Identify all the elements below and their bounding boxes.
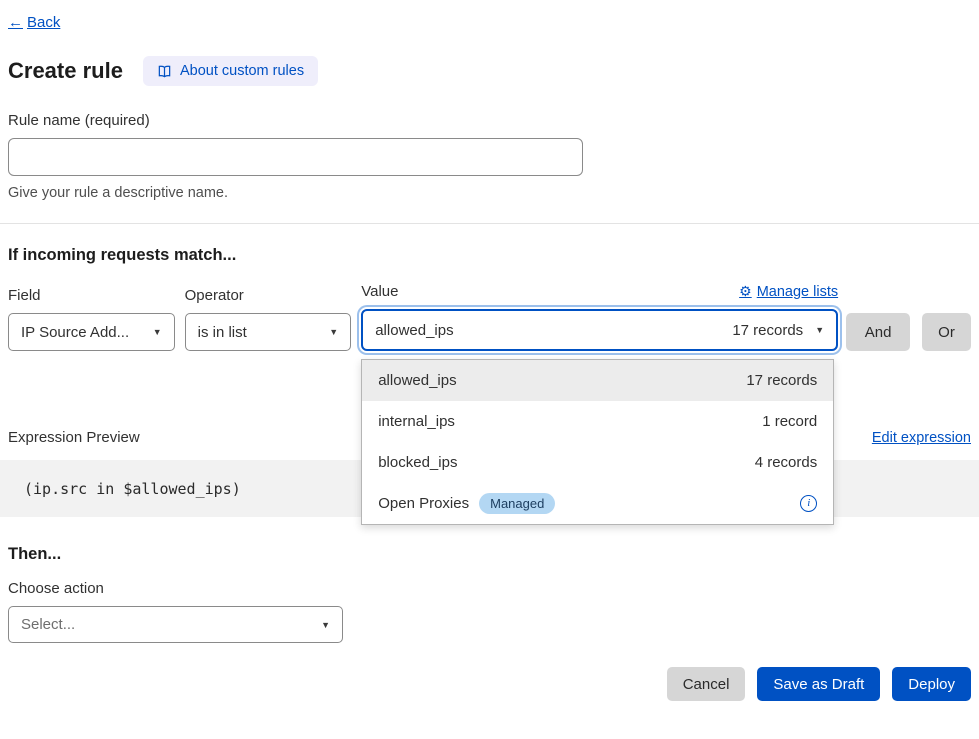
or-button[interactable]: Or [922,313,971,351]
value-label: Value [361,283,398,300]
list-item-name: Open Proxies [378,495,469,512]
list-item-detail: 17 records [746,372,817,389]
rule-name-helper: Give your rule a descriptive name. [8,185,971,201]
operator-select-value: is in list [198,324,247,341]
chevron-down-icon: ▼ [153,327,162,337]
choose-action-label: Choose action [8,580,971,597]
about-custom-rules-badge[interactable]: About custom rules [143,56,318,86]
list-item-detail: 4 records [755,454,818,471]
operator-select[interactable]: is in list ▼ [185,313,352,351]
then-section-title: Then... [8,545,971,564]
edit-expression-link[interactable]: Edit expression [872,430,971,446]
list-item-allowed-ips[interactable]: allowed_ips 17 records [362,360,833,401]
create-rule-page: ← Back Create rule About custom rules Ru… [0,0,979,701]
field-select[interactable]: IP Source Add... ▼ [8,313,175,351]
list-item-detail: 1 record [762,413,817,430]
managed-badge: Managed [479,493,555,514]
list-item-name-wrap: Open Proxies Managed [378,493,555,514]
value-header: Value ⚙ Manage lists [361,283,838,300]
list-item-name: blocked_ips [378,454,457,471]
value-select[interactable]: allowed_ips 17 records ▼ [361,309,838,351]
back-arrow-icon: ← [8,14,23,31]
list-item-name: internal_ips [378,413,455,430]
info-icon[interactable]: i [800,495,817,512]
expression-preview-label: Expression Preview [8,429,140,446]
expression-code: (ip.src in $allowed_ips) [24,480,241,498]
page-title: Create rule [8,58,123,84]
title-row: Create rule About custom rules [8,56,971,86]
about-badge-label: About custom rules [180,63,304,79]
value-select-detail: 17 records [732,322,803,339]
value-select-right: 17 records ▼ [732,322,824,339]
chevron-down-icon: ▼ [329,327,338,337]
chevron-down-icon: ▼ [321,620,330,630]
choose-action-group: Choose action Select... ▼ [8,580,971,643]
gear-icon: ⚙ [739,283,752,300]
cancel-button[interactable]: Cancel [667,667,746,701]
field-column: Field IP Source Add... ▼ [8,287,175,351]
match-section-title: If incoming requests match... [8,246,971,265]
list-item-blocked-ips[interactable]: blocked_ips 4 records [362,442,833,483]
rule-name-input[interactable] [8,138,583,176]
operator-label: Operator [185,287,352,304]
and-button[interactable]: And [846,313,910,351]
value-column: Value ⚙ Manage lists allowed_ips 17 reco… [361,283,838,351]
match-row: Field IP Source Add... ▼ Operator is in … [8,283,971,351]
rule-name-group: Rule name (required) Give your rule a de… [8,112,971,201]
action-select-placeholder: Select... [21,616,75,633]
operator-column: Operator is in list ▼ [185,287,352,351]
rule-name-label: Rule name (required) [8,112,971,129]
back-label: Back [27,14,60,31]
section-divider [0,223,979,224]
chevron-down-icon: ▼ [815,325,824,335]
back-link[interactable]: ← Back [8,14,60,31]
manage-lists-link[interactable]: ⚙ Manage lists [739,283,838,300]
list-item-open-proxies[interactable]: Open Proxies Managed i [362,483,833,524]
book-icon [157,64,172,79]
value-select-name: allowed_ips [375,322,453,339]
list-item-name: allowed_ips [378,372,456,389]
deploy-button[interactable]: Deploy [892,667,971,701]
footer-actions: Cancel Save as Draft Deploy [8,667,971,701]
field-select-value: IP Source Add... [21,324,129,341]
list-item-internal-ips[interactable]: internal_ips 1 record [362,401,833,442]
action-select[interactable]: Select... ▼ [8,606,343,643]
value-dropdown-panel: allowed_ips 17 records internal_ips 1 re… [361,359,834,525]
field-label: Field [8,287,175,304]
manage-lists-label: Manage lists [757,284,838,300]
save-draft-button[interactable]: Save as Draft [757,667,880,701]
